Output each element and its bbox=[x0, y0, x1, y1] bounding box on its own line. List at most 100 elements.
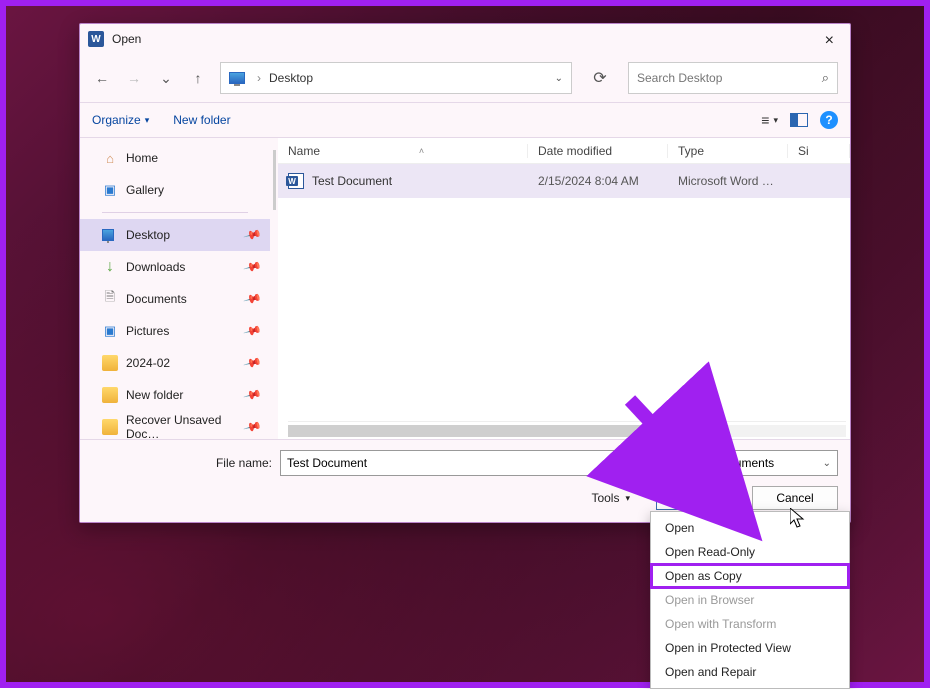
titlebar: W Open × bbox=[80, 24, 850, 54]
scrollbar-thumb[interactable] bbox=[288, 425, 679, 437]
desktop-icon bbox=[102, 227, 118, 243]
gallery-icon: ▣ bbox=[102, 182, 118, 198]
sort-indicator-icon: ˄ bbox=[419, 146, 424, 156]
tools-button[interactable]: Tools ▾ bbox=[591, 491, 630, 505]
sidebar-item-downloads[interactable]: ↓ Downloads 📌 bbox=[80, 251, 270, 283]
open-split-button[interactable]: Open ▾ bbox=[656, 486, 742, 510]
menu-item-open-in-protected-view[interactable]: Open in Protected View bbox=[651, 636, 849, 660]
address-bar[interactable]: › Desktop ⌄ bbox=[220, 62, 572, 94]
menu-item-open-and-repair[interactable]: Open and Repair bbox=[651, 660, 849, 684]
new-folder-button[interactable]: New folder bbox=[173, 113, 230, 127]
word-icon: W bbox=[88, 31, 104, 47]
filename-value: Test Document bbox=[287, 456, 367, 470]
down-icon: ↓ bbox=[102, 259, 118, 275]
sidebar-item-pictures[interactable]: ▣ Pictures 📌 bbox=[80, 315, 270, 347]
cancel-button[interactable]: Cancel bbox=[752, 486, 838, 510]
pic-icon: ▣ bbox=[102, 323, 118, 339]
recent-locations-button[interactable]: ⌄ bbox=[156, 68, 176, 88]
chevron-down-icon: ⌄ bbox=[823, 458, 831, 469]
column-header-date[interactable]: Date modified bbox=[528, 144, 668, 158]
column-header-name-label: Name bbox=[288, 144, 320, 158]
column-header-row: Name ˄ Date modified Type Si bbox=[278, 138, 850, 164]
filename-dropdown-icon[interactable]: ⌄ bbox=[635, 458, 643, 469]
list-view-icon: ≡ bbox=[761, 112, 769, 128]
menu-item-open-read-only[interactable]: Open Read-Only bbox=[651, 540, 849, 564]
sidebar-item-recover-unsaved-doc-[interactable]: Recover Unsaved Doc…📌 bbox=[80, 411, 270, 439]
file-name: Test Document bbox=[312, 174, 392, 188]
fold-icon bbox=[102, 419, 118, 435]
refresh-button[interactable]: ⟳ bbox=[584, 62, 616, 94]
navbar: ← → ⌄ ↑ › Desktop ⌄ ⟳ Search Desktop ⌕ bbox=[80, 54, 850, 102]
sidebar-item-label: Recover Unsaved Doc… bbox=[126, 413, 258, 439]
pin-icon: 📌 bbox=[243, 289, 263, 309]
file-type: Microsoft Word D... bbox=[668, 174, 788, 188]
sidebar-item-label: 2024-02 bbox=[126, 356, 170, 370]
pin-icon: 📌 bbox=[243, 225, 263, 245]
file-list-panel: Name ˄ Date modified Type Si Test Docume… bbox=[278, 138, 850, 439]
menu-item-open-as-copy[interactable]: Open as Copy bbox=[651, 564, 849, 588]
pin-icon: 📌 bbox=[243, 353, 263, 373]
filter-value: All Word Documents bbox=[665, 456, 774, 470]
back-button[interactable]: ← bbox=[92, 68, 112, 88]
dialog-body: ⌂Home▣Gallery Desktop 📌 ↓ Downloads 📌 🗎 Documen… bbox=[80, 138, 850, 439]
sidebar-item-desktop[interactable]: Desktop 📌 bbox=[80, 219, 270, 251]
help-button[interactable]: ? bbox=[820, 111, 838, 129]
sidebar: ⌂Home▣Gallery Desktop 📌 ↓ Downloads 📌 🗎 Documen… bbox=[80, 138, 270, 439]
column-header-size[interactable]: Si bbox=[788, 144, 850, 158]
sidebar-item-home[interactable]: ⌂Home bbox=[80, 142, 270, 174]
sidebar-item-label: Pictures bbox=[126, 324, 169, 338]
close-button[interactable]: × bbox=[817, 30, 842, 52]
view-options-button[interactable]: ≡ ▾ bbox=[761, 112, 778, 128]
sidebar-item-label: Home bbox=[126, 151, 158, 165]
file-row[interactable]: Test Document 2/15/2024 8:04 AMMicrosoft … bbox=[278, 164, 850, 198]
chevron-down-icon: ▾ bbox=[773, 115, 778, 126]
file-type-filter[interactable]: All Word Documents ⌄ bbox=[658, 450, 838, 476]
address-dropdown[interactable]: ⌄ bbox=[555, 73, 563, 84]
open-dropdown-menu: OpenOpen Read-OnlyOpen as CopyOpen in Br… bbox=[650, 511, 850, 689]
search-icon: ⌕ bbox=[822, 70, 829, 86]
organize-label: Organize bbox=[92, 113, 141, 127]
search-placeholder: Search Desktop bbox=[637, 71, 722, 85]
menu-item-open[interactable]: Open bbox=[651, 516, 849, 540]
desktop-icon bbox=[229, 72, 245, 84]
sidebar-item-documents[interactable]: 🗎 Documents 📌 bbox=[80, 283, 270, 315]
open-button[interactable]: Open bbox=[657, 487, 723, 509]
column-header-type[interactable]: Type bbox=[668, 144, 788, 158]
chevron-down-icon: ▾ bbox=[625, 493, 630, 504]
sidebar-item-label: New folder bbox=[126, 388, 183, 402]
column-header-name[interactable]: Name ˄ bbox=[278, 144, 528, 158]
fold-icon bbox=[102, 387, 118, 403]
sidebar-item-label: Documents bbox=[126, 292, 187, 306]
menu-item-open-in-browser: Open in Browser bbox=[651, 588, 849, 612]
organize-button[interactable]: Organize ▾ bbox=[92, 113, 149, 127]
pin-icon: 📌 bbox=[243, 321, 263, 341]
filename-label: File name: bbox=[92, 456, 272, 470]
pin-icon: 📌 bbox=[243, 385, 263, 405]
sidebar-item-label: Desktop bbox=[126, 228, 170, 242]
footer: File name: Test Document ⌄ All Word Docu… bbox=[80, 439, 850, 522]
chevron-down-icon: ▾ bbox=[145, 115, 150, 126]
horizontal-scrollbar[interactable] bbox=[288, 421, 846, 439]
preview-pane-button[interactable] bbox=[790, 113, 808, 127]
open-dropdown-button[interactable]: ▾ bbox=[723, 487, 741, 509]
address-sep: › bbox=[257, 71, 261, 85]
splitter[interactable] bbox=[270, 138, 278, 439]
word-doc-icon bbox=[288, 173, 304, 189]
sidebar-item-gallery[interactable]: ▣Gallery bbox=[80, 174, 270, 206]
file-date: 2/15/2024 8:04 AM bbox=[528, 174, 668, 188]
doc-icon: 🗎 bbox=[102, 291, 118, 307]
dialog-title: Open bbox=[112, 32, 141, 46]
search-input[interactable]: Search Desktop ⌕ bbox=[628, 62, 838, 94]
sidebar-item-new-folder[interactable]: New folder 📌 bbox=[80, 379, 270, 411]
pin-icon: 📌 bbox=[243, 257, 263, 277]
forward-button[interactable]: → bbox=[124, 68, 144, 88]
up-button[interactable]: ↑ bbox=[188, 68, 208, 88]
filename-input[interactable]: Test Document ⌄ bbox=[280, 450, 650, 476]
open-dialog: W Open × ← → ⌄ ↑ › Desktop ⌄ ⟳ Search De… bbox=[79, 23, 851, 523]
splitter-handle bbox=[273, 150, 276, 210]
toolbar: Organize ▾ New folder ≡ ▾ ? bbox=[80, 102, 850, 138]
menu-item-open-with-transform: Open with Transform bbox=[651, 612, 849, 636]
sidebar-item-2024-02[interactable]: 2024-02 📌 bbox=[80, 347, 270, 379]
sidebar-item-label: Downloads bbox=[126, 260, 185, 274]
address-location[interactable]: Desktop bbox=[269, 71, 313, 85]
